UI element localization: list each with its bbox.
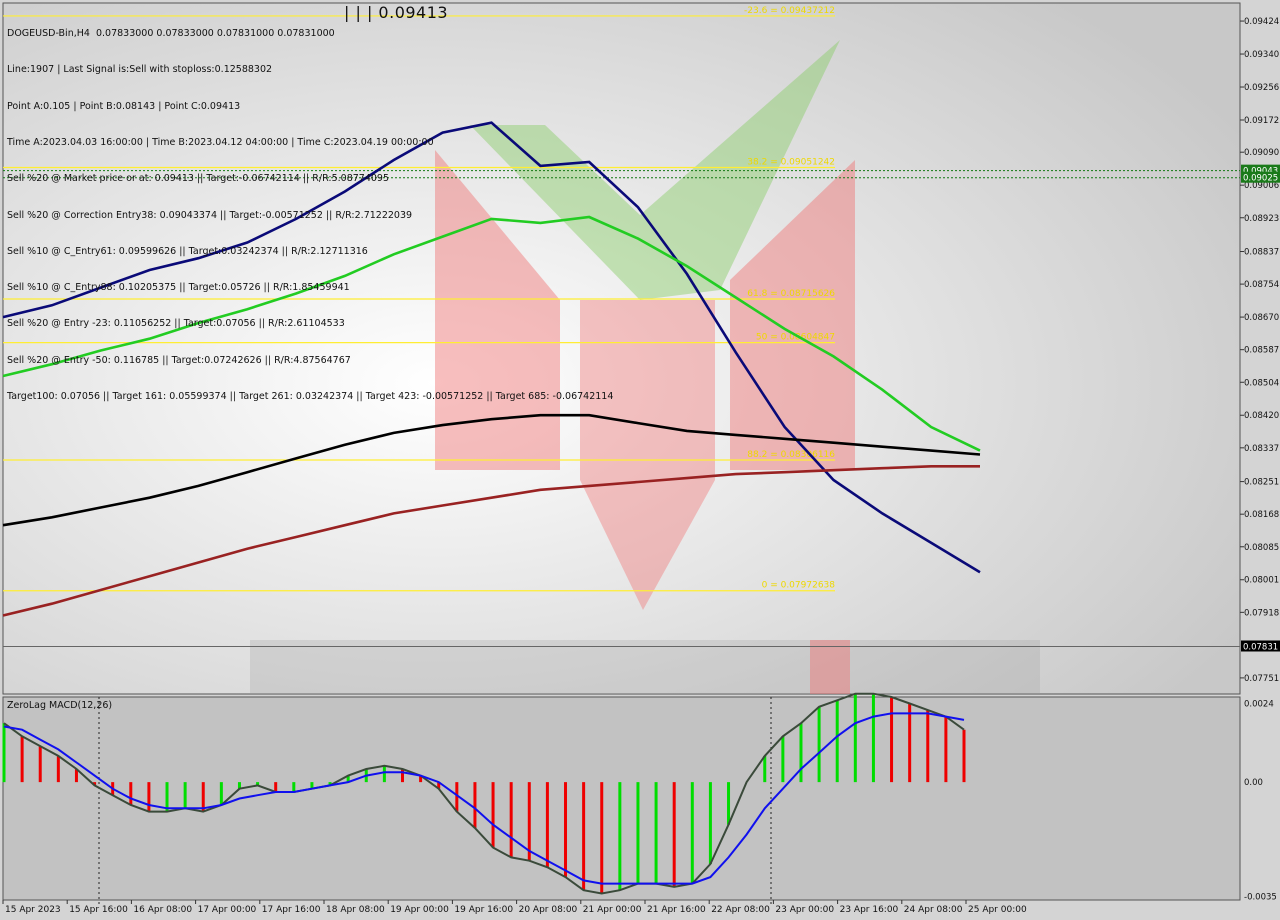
x-tick-label: 19 Apr 16:00: [454, 905, 513, 915]
y-tick-label: 0.08754: [1244, 280, 1279, 290]
y-tick-label: 0.08251: [1244, 478, 1279, 488]
y-tick-label: 0.08504: [1244, 378, 1279, 388]
info-line: DOGEUSD-Bin,H4 0.07833000 0.07833000 0.0…: [7, 28, 335, 40]
watermark-band: [250, 640, 1040, 694]
x-tick-label: 21 Apr 16:00: [647, 905, 706, 915]
y-tick-label: 0.09340: [1244, 50, 1279, 60]
y-tick-label: 0.08923: [1244, 214, 1279, 224]
x-tick-label: 17 Apr 00:00: [198, 905, 257, 915]
y-tick-label: 0.08420: [1244, 411, 1279, 421]
fib-level-label: 88.2 = 0.08306116: [747, 450, 835, 460]
x-tick-label: 21 Apr 00:00: [583, 905, 642, 915]
macd-y-tick-label: -0.0035: [1244, 893, 1277, 903]
x-tick-label: 20 Apr 08:00: [519, 905, 578, 915]
fib-level-label: 38.2 = 0.09051242: [747, 158, 835, 168]
fib-level-label: -23.6 = 0.09437212: [744, 6, 835, 16]
price-badge-label: 0.09025: [1243, 174, 1278, 184]
x-tick-label: 18 Apr 08:00: [326, 905, 385, 915]
x-tick-label: 17 Apr 16:00: [262, 905, 321, 915]
info-line: Point A:0.105 | Point B:0.08143 | Point …: [7, 100, 241, 112]
y-tick-label: 0.07751: [1244, 674, 1279, 684]
info-line: Sell %20 @ Entry -23: 0.11056252 || Targ…: [7, 318, 345, 330]
info-line: Sell %10 @ C_Entry61: 0.09599626 || Targ…: [7, 245, 368, 257]
y-tick-label: 0.08587: [1244, 346, 1279, 356]
info-line: Target100: 0.07056 || Target 161: 0.0559…: [7, 391, 614, 402]
y-tick-label: 0.09424: [1244, 17, 1279, 27]
y-tick-label: 0.08001: [1244, 576, 1279, 586]
logo-shape: [810, 640, 850, 694]
info-line: Sell %20 @ Market price or at: 0.09413 |…: [7, 173, 390, 185]
fib-level-label: 61.8 = 0.08715626: [747, 289, 835, 299]
y-tick-label: 0.08168: [1244, 510, 1279, 520]
x-tick-label: 25 Apr 00:00: [968, 905, 1027, 915]
y-tick-label: 0.08337: [1244, 444, 1279, 454]
y-tick-label: 0.08670: [1244, 313, 1279, 323]
macd-y-tick-label: 0.0024: [1244, 700, 1274, 710]
x-tick-label: 24 Apr 08:00: [904, 905, 963, 915]
macd-y-tick-label: 0.00: [1244, 778, 1263, 788]
y-tick-label: 0.08085: [1244, 543, 1279, 553]
signal-info-panel: DOGEUSD-Bin,H4 0.07833000 0.07833000 0.0…: [7, 4, 613, 427]
x-tick-label: 22 Apr 08:00: [711, 905, 770, 915]
macd-plot-area: [2, 696, 1241, 901]
y-tick-label: 0.07918: [1244, 608, 1279, 618]
x-tick-label: 15 Apr 16:00: [69, 905, 128, 915]
info-line: Line:1907 | Last Signal is:Sell with sto…: [7, 64, 273, 76]
chart-window: 0.09424 0.09340 0.09256 0.09172 0.09090 0.090…: [0, 0, 1280, 920]
info-line: Sell %20 @ Correction Entry38: 0.0904337…: [7, 209, 413, 221]
x-tick-label: 16 Apr 08:00: [133, 905, 192, 915]
current-price-label: 0.07831: [1243, 642, 1278, 652]
info-line: Sell %10 @ C_Entry88: 0.10205375 || Targ…: [7, 282, 350, 294]
y-tick-label: 0.09172: [1244, 116, 1279, 126]
y-tick-label: 0.09090: [1244, 148, 1279, 158]
info-line: Sell %20 @ Entry -50: 0.116785 || Target…: [7, 354, 351, 366]
x-tick-label: 23 Apr 16:00: [840, 905, 899, 915]
x-tick-label: 19 Apr 00:00: [390, 905, 449, 915]
x-tick-label: 15 Apr 2023: [5, 905, 61, 915]
info-line: Time A:2023.04.03 16:00:00 | Time B:2023…: [7, 137, 434, 149]
macd-title: ZeroLag MACD(12,26): [7, 700, 113, 711]
y-tick-label: 0.09256: [1244, 83, 1279, 93]
y-tick-label: 0.08837: [1244, 248, 1279, 258]
x-tick-label: 23 Apr 00:00: [775, 905, 834, 915]
fib-level-label: 0 = 0.07972638: [762, 581, 836, 591]
